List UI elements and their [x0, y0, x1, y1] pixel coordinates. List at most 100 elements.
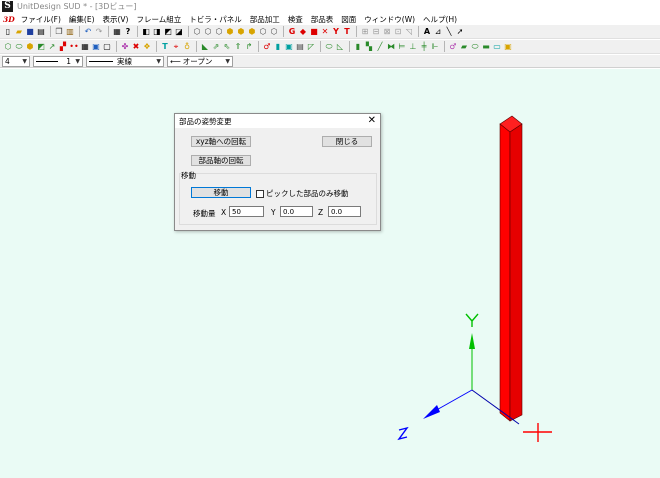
menu-help[interactable]: ヘルプ(H) — [423, 14, 457, 25]
t-tool-icon[interactable]: T — [342, 27, 352, 37]
menu-door-panel[interactable]: トビラ・パネル — [189, 14, 242, 25]
menu-edit[interactable]: 編集(E) — [69, 14, 95, 25]
tool-j-icon[interactable]: ╱ — [375, 42, 385, 52]
dim-3-icon[interactable]: ⊠ — [382, 27, 392, 37]
blue-panel-icon[interactable]: ▣ — [91, 42, 101, 52]
grid-icon[interactable]: ▦ — [112, 27, 122, 37]
frame-2-icon[interactable]: ⬭ — [14, 42, 24, 52]
text-angle-icon[interactable]: ⊿ — [433, 27, 443, 37]
tool-b-icon[interactable]: ▮ — [273, 42, 283, 52]
arrow-3-icon[interactable]: ↱ — [244, 42, 254, 52]
delete-part-icon[interactable]: ✖ — [131, 42, 141, 52]
paste-icon[interactable]: ▥ — [65, 27, 75, 37]
tool-e-icon[interactable]: ◸ — [306, 42, 316, 52]
dim-1-icon[interactable]: ⊞ — [360, 27, 370, 37]
frame-1-icon[interactable]: ⬡ — [3, 42, 13, 52]
undo-icon[interactable]: ↶ — [83, 27, 93, 37]
frame-3-icon[interactable]: ⬢ — [25, 42, 35, 52]
tool-c-icon[interactable]: ▣ — [284, 42, 294, 52]
view-front-icon[interactable]: ◧ — [141, 27, 151, 37]
picked-only-checkbox[interactable]: ピックした部品のみ移動 — [256, 188, 349, 199]
menu-window[interactable]: ウィンドウ(W) — [364, 14, 415, 25]
redo-icon[interactable]: ↷ — [94, 27, 104, 37]
arrow-2-icon[interactable]: ⇖ — [222, 42, 232, 52]
checkbox-square[interactable] — [256, 189, 264, 198]
tool-q-icon[interactable]: ▰ — [459, 42, 469, 52]
cube-view-1-icon[interactable]: ⬡ — [192, 27, 202, 37]
panel-icon[interactable]: ▢ — [102, 42, 112, 52]
x-value-input[interactable] — [229, 206, 264, 217]
help-icon[interactable]: ? — [123, 27, 133, 37]
cube-view-4-icon[interactable]: ⬢ — [225, 27, 235, 37]
table-icon[interactable]: ▦ — [80, 42, 90, 52]
t-joint-icon[interactable]: T — [160, 42, 170, 52]
arrow-type-select[interactable]: ⟵ オープン ▼ — [167, 55, 233, 67]
menu-drawing[interactable]: 図面 — [341, 14, 356, 25]
pointer-icon[interactable]: ➚ — [455, 27, 465, 37]
red-block-icon[interactable]: ■ — [309, 27, 319, 37]
view-right-icon[interactable]: ◪ — [174, 27, 184, 37]
color-2-icon[interactable]: ❖ — [142, 42, 152, 52]
arrow-up-icon[interactable]: ⇑ — [233, 42, 243, 52]
frame-5-icon[interactable]: ↗ — [47, 42, 57, 52]
close-button[interactable]: 閉じる — [322, 136, 372, 147]
dim-4-icon[interactable]: ⊡ — [393, 27, 403, 37]
new-file-icon[interactable]: ▯ — [3, 27, 13, 37]
tool-o-icon[interactable]: ⊩ — [430, 42, 440, 52]
close-icon[interactable]: ✕ — [368, 116, 376, 126]
dots-icon[interactable]: •• — [69, 42, 79, 52]
frame-4-icon[interactable]: ◩ — [36, 42, 46, 52]
tool-l-icon[interactable]: ⊨ — [397, 42, 407, 52]
tool-h-icon[interactable]: ▮ — [353, 42, 363, 52]
cube-view-8-icon[interactable]: ⬡ — [269, 27, 279, 37]
frame-6-icon[interactable]: ▞ — [58, 42, 68, 52]
tool-t-icon[interactable]: ▭ — [492, 42, 502, 52]
open-folder-icon[interactable]: ▰ — [14, 27, 24, 37]
menu-part-processing[interactable]: 部品加工 — [250, 14, 280, 25]
cube-view-7-icon[interactable]: ⬡ — [258, 27, 268, 37]
tool-a-icon[interactable]: ♂ — [262, 42, 272, 52]
menu-view[interactable]: 表示(V) — [103, 14, 129, 25]
dim-2-icon[interactable]: ⊟ — [371, 27, 381, 37]
cube-view-5-icon[interactable]: ⬢ — [236, 27, 246, 37]
menu-parts-list[interactable]: 部品表 — [311, 14, 334, 25]
x-tool-icon[interactable]: ✕ — [320, 27, 330, 37]
tool-f-icon[interactable]: ⬭ — [324, 42, 334, 52]
g-tool-icon[interactable]: G — [287, 27, 297, 37]
tool-i-icon[interactable]: ▚ — [364, 42, 374, 52]
bulb-icon[interactable]: ♁ — [182, 42, 192, 52]
color-1-icon[interactable]: ✤ — [120, 42, 130, 52]
rotate-part-axis-button[interactable]: 部品軸の回転 — [191, 155, 251, 166]
move-button[interactable]: 移動 — [191, 187, 251, 198]
y-tool-icon[interactable]: Y — [331, 27, 341, 37]
menu-inspect[interactable]: 検査 — [288, 14, 303, 25]
print-icon[interactable]: ▤ — [36, 27, 46, 37]
tool-m-icon[interactable]: ⊥ — [408, 42, 418, 52]
arrow-1-icon[interactable]: ⇗ — [211, 42, 221, 52]
z-value-input[interactable] — [328, 206, 361, 217]
save-icon[interactable]: ■ — [25, 27, 35, 37]
cube-view-3-icon[interactable]: ⬡ — [214, 27, 224, 37]
tool-p-icon[interactable]: ♂ — [448, 42, 458, 52]
view-left-icon[interactable]: ◩ — [163, 27, 173, 37]
tool-u-icon[interactable]: ▣ — [503, 42, 513, 52]
cube-view-6-icon[interactable]: ⬢ — [247, 27, 257, 37]
tool-k-icon[interactable]: ⧓ — [386, 42, 396, 52]
tool-g-icon[interactable]: ◺ — [335, 42, 345, 52]
rotate-xyz-button[interactable]: xyz軸への回転 — [191, 136, 251, 147]
line-width-select[interactable]: 1 ▼ — [33, 55, 83, 67]
tool-r-icon[interactable]: ⬭ — [470, 42, 480, 52]
menu-file[interactable]: ファイル(F) — [21, 14, 61, 25]
triangle-icon[interactable]: ◣ — [200, 42, 210, 52]
menu-frame-assembly[interactable]: フレーム組立 — [136, 14, 181, 25]
view-back-icon[interactable]: ◨ — [152, 27, 162, 37]
cube-view-2-icon[interactable]: ⬡ — [203, 27, 213, 37]
tool-s-icon[interactable]: ▬ — [481, 42, 491, 52]
layer-select[interactable]: 4 ▼ — [2, 55, 30, 67]
dim-5-icon[interactable]: ◹ — [404, 27, 414, 37]
tool-d-icon[interactable]: ▤ — [295, 42, 305, 52]
tool-n-icon[interactable]: ╪ — [419, 42, 429, 52]
y-value-input[interactable] — [280, 206, 313, 217]
text-tool-icon[interactable]: A — [422, 27, 432, 37]
eraser-icon[interactable]: ◆ — [298, 27, 308, 37]
